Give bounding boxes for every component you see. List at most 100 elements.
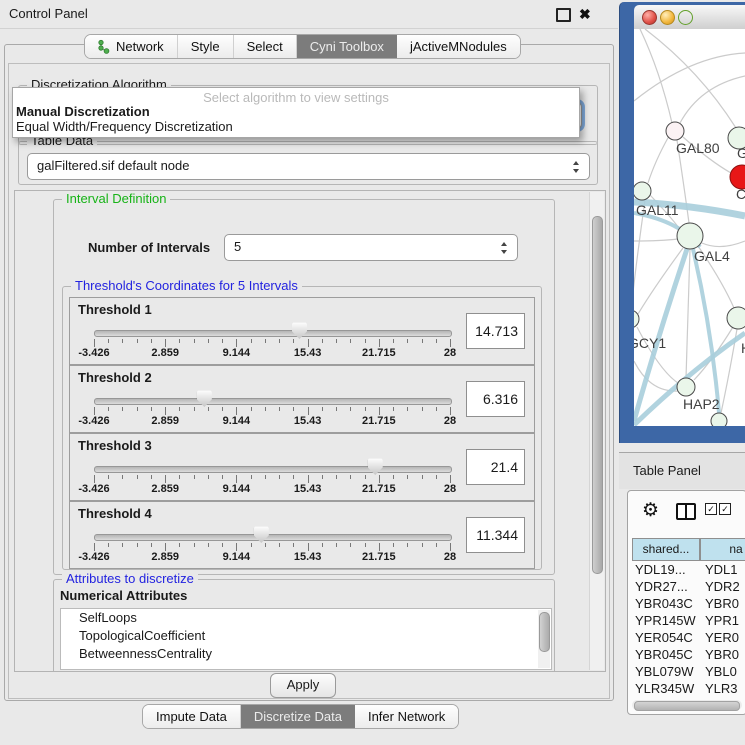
slider-track[interactable] bbox=[94, 398, 452, 405]
slider-track[interactable] bbox=[94, 534, 452, 541]
numerical-attributes-label: Numerical Attributes bbox=[60, 588, 187, 603]
algorithm-dropdown-popup: Select algorithm to view settings Manual… bbox=[12, 87, 580, 138]
tab-jactivemnodules[interactable]: jActiveMNodules bbox=[397, 35, 520, 58]
tick-mark bbox=[94, 543, 95, 551]
tick-mark bbox=[222, 543, 223, 547]
cell-name: YBR0 bbox=[705, 646, 739, 663]
attribute-list-item[interactable]: BetweennessCentrality bbox=[61, 645, 551, 663]
tick-mark bbox=[137, 475, 138, 479]
tick-label: 15.43 bbox=[294, 483, 322, 495]
tick-mark bbox=[179, 339, 180, 343]
network-edge bbox=[686, 249, 690, 378]
network-node-label: H bbox=[741, 340, 745, 356]
cell-name: YER0 bbox=[705, 629, 739, 646]
attribute-list-item[interactable]: SelfLoops bbox=[61, 609, 551, 627]
tick-mark bbox=[379, 543, 380, 551]
tab-cyni-toolbox[interactable]: Cyni Toolbox bbox=[296, 35, 397, 58]
minimize-traffic-light[interactable] bbox=[660, 10, 675, 25]
float-window-icon[interactable] bbox=[556, 8, 571, 22]
threshold-value-field[interactable]: 14.713 bbox=[466, 313, 525, 349]
tick-mark bbox=[407, 407, 408, 411]
network-node-GAL4[interactable] bbox=[677, 223, 703, 249]
table-row[interactable]: YLR345WYLR3 bbox=[628, 680, 745, 697]
tick-mark bbox=[407, 475, 408, 479]
threshold-panel: Threshold 4-3.4262.8599.14415.4321.71528… bbox=[69, 501, 535, 569]
threshold-value-field[interactable]: 21.4 bbox=[466, 449, 525, 485]
tab-label: jActiveMNodules bbox=[410, 39, 507, 54]
tick-label: 21.715 bbox=[362, 551, 396, 563]
table-row[interactable]: YBL079WYBL0 bbox=[628, 663, 745, 680]
close-icon[interactable]: ✖ bbox=[579, 5, 591, 23]
column-header-shared[interactable]: shared... bbox=[632, 538, 700, 561]
threshold-panel: Threshold 3-3.4262.8599.14415.4321.71528… bbox=[69, 433, 535, 501]
network-node-node-H[interactable] bbox=[727, 307, 745, 329]
tick-label: -3.426 bbox=[78, 415, 109, 427]
tick-mark bbox=[208, 543, 209, 547]
table-row[interactable]: YDL19...YDL1 bbox=[628, 561, 745, 578]
tab-select[interactable]: Select bbox=[233, 35, 296, 58]
bottom-tab-label: Impute Data bbox=[156, 709, 227, 724]
apply-button[interactable]: Apply bbox=[270, 673, 336, 698]
tick-mark bbox=[407, 339, 408, 343]
tick-mark bbox=[393, 475, 394, 479]
tick-mark bbox=[336, 475, 337, 479]
tick-mark bbox=[108, 407, 109, 411]
tick-mark bbox=[322, 543, 323, 547]
network-node-node-bottom[interactable] bbox=[711, 413, 727, 426]
network-node-GAL80[interactable] bbox=[666, 122, 684, 140]
network-node-HAP2[interactable] bbox=[677, 378, 695, 396]
network-view-window: GAL80GACGAL11GAL4GCY1HHAP2 bbox=[619, 2, 745, 443]
tick-mark bbox=[379, 407, 380, 415]
bottom-tab-infer-network[interactable]: Infer Network bbox=[355, 705, 458, 728]
tick-label: 15.43 bbox=[294, 347, 322, 359]
threshold-panel: Threshold 1-3.4262.8599.14415.4321.71528… bbox=[69, 297, 535, 365]
bottom-tab-discretize-data[interactable]: Discretize Data bbox=[240, 705, 355, 728]
slider-track[interactable] bbox=[94, 466, 452, 473]
tick-mark bbox=[194, 339, 195, 343]
tick-mark bbox=[393, 407, 394, 411]
split-columns-icon[interactable] bbox=[676, 503, 696, 520]
tick-label: 28 bbox=[444, 415, 456, 427]
slider-track[interactable] bbox=[94, 330, 452, 337]
tick-mark bbox=[222, 407, 223, 411]
threshold-label: Threshold 3 bbox=[78, 438, 152, 453]
thresholds-group: Threshold's Coordinates for 5 Intervals … bbox=[62, 286, 542, 570]
network-edge bbox=[640, 29, 672, 123]
tick-mark bbox=[422, 407, 423, 411]
tick-mark bbox=[450, 475, 451, 483]
gear-icon[interactable]: ⚙ bbox=[642, 499, 659, 522]
settings-scrollbar[interactable] bbox=[589, 192, 604, 670]
algorithm-hint-item: Select algorithm to view settings bbox=[13, 90, 579, 105]
table-row[interactable]: YPR145WYPR1 bbox=[628, 612, 745, 629]
tick-label: 21.715 bbox=[362, 347, 396, 359]
attributes-list-scrollbar[interactable] bbox=[538, 610, 550, 668]
network-node-label: GCY1 bbox=[634, 335, 666, 351]
zoom-traffic-light[interactable] bbox=[678, 10, 693, 25]
table-row[interactable]: YBR043CYBR0 bbox=[628, 595, 745, 612]
tab-network[interactable]: Network bbox=[85, 35, 177, 58]
network-canvas[interactable]: GAL80GACGAL11GAL4GCY1HHAP2 bbox=[634, 29, 745, 426]
network-node-GAL11[interactable] bbox=[634, 182, 651, 200]
table-data-select[interactable]: galFiltered.sif default node bbox=[27, 153, 590, 180]
column-header-name[interactable]: na bbox=[700, 538, 745, 561]
network-window-titlebar[interactable] bbox=[634, 5, 745, 30]
checkbox-icon[interactable]: ✓ bbox=[719, 503, 731, 515]
column-visibility-icons[interactable]: ✓ ✓ bbox=[705, 503, 731, 515]
threshold-value-field[interactable]: 11.344 bbox=[466, 517, 525, 553]
table-row[interactable]: YER054CYER0 bbox=[628, 629, 745, 646]
algorithm-menu-item[interactable]: Equal Width/Frequency Discretization bbox=[16, 119, 233, 134]
checkbox-icon[interactable]: ✓ bbox=[705, 503, 717, 515]
close-traffic-light[interactable] bbox=[642, 10, 657, 25]
bottom-tab-impute-data[interactable]: Impute Data bbox=[143, 705, 240, 728]
table-row[interactable]: YDR27...YDR2 bbox=[628, 578, 745, 595]
tab-style[interactable]: Style bbox=[177, 35, 233, 58]
threshold-value-field[interactable]: 6.316 bbox=[466, 381, 525, 417]
table-horizontal-scrollbar[interactable] bbox=[632, 700, 742, 710]
attribute-list-item[interactable]: TopologicalCoefficient bbox=[61, 627, 551, 645]
number-of-intervals-select[interactable]: 5 bbox=[224, 234, 518, 261]
cell-name: YBR0 bbox=[705, 595, 739, 612]
table-row[interactable]: YBR045CYBR0 bbox=[628, 646, 745, 663]
tick-mark bbox=[251, 475, 252, 479]
tick-mark bbox=[251, 407, 252, 411]
algorithm-menu-item[interactable]: Manual Discretization bbox=[16, 104, 150, 119]
